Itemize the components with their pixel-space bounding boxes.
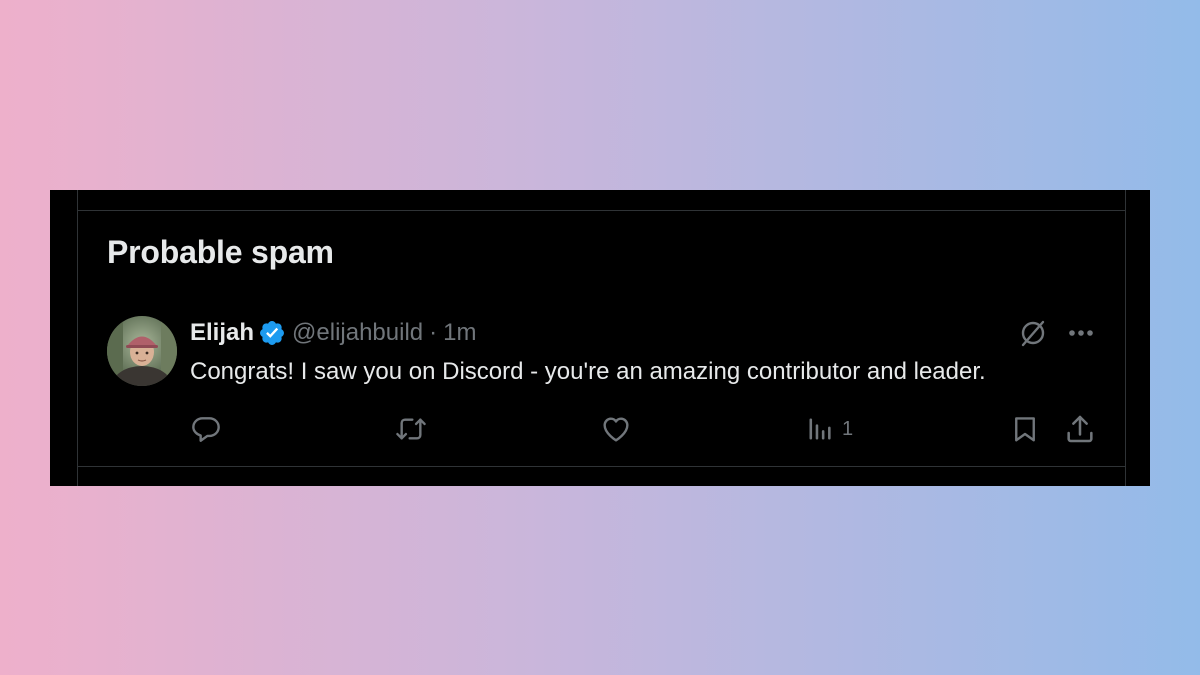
tweet-text: Congrats! I saw you on Discord - you're … [190, 358, 986, 385]
section-bottom-divider [77, 466, 1126, 467]
section-title: Probable spam [107, 234, 334, 270]
separator-dot: · [429, 319, 438, 346]
profile-photo [107, 316, 177, 386]
retweet-button[interactable] [394, 412, 428, 446]
reply-icon [192, 417, 220, 442]
share-button[interactable] [1064, 412, 1096, 446]
retweet-icon [396, 418, 426, 440]
views-count: 1 [842, 417, 854, 440]
views-button[interactable]: 1 [806, 412, 853, 446]
tweet-header: Elijah @elijahbuild · 1m [190, 318, 476, 348]
like-button[interactable] [600, 412, 632, 446]
section-top-divider [77, 210, 1126, 211]
heart-icon [603, 417, 629, 442]
share-icon [1067, 415, 1093, 443]
bookmark-icon [1015, 417, 1035, 442]
spam-section-card: Probable spam Elijah @elijahbuild · 1m C… [50, 190, 1150, 486]
timeline-right-border [1125, 190, 1126, 486]
reply-button[interactable] [190, 412, 222, 446]
timeline-left-border [77, 190, 78, 486]
bookmark-button[interactable] [1010, 412, 1040, 446]
verified-badge-icon[interactable] [258, 319, 286, 347]
views-icon [809, 418, 831, 440]
timestamp[interactable]: 1m [443, 319, 476, 347]
display-name[interactable]: Elijah [190, 319, 254, 347]
grok-icon[interactable] [1016, 316, 1050, 350]
user-handle[interactable]: @elijahbuild [292, 319, 423, 347]
avatar[interactable] [107, 316, 177, 386]
more-icon[interactable] [1064, 316, 1098, 350]
